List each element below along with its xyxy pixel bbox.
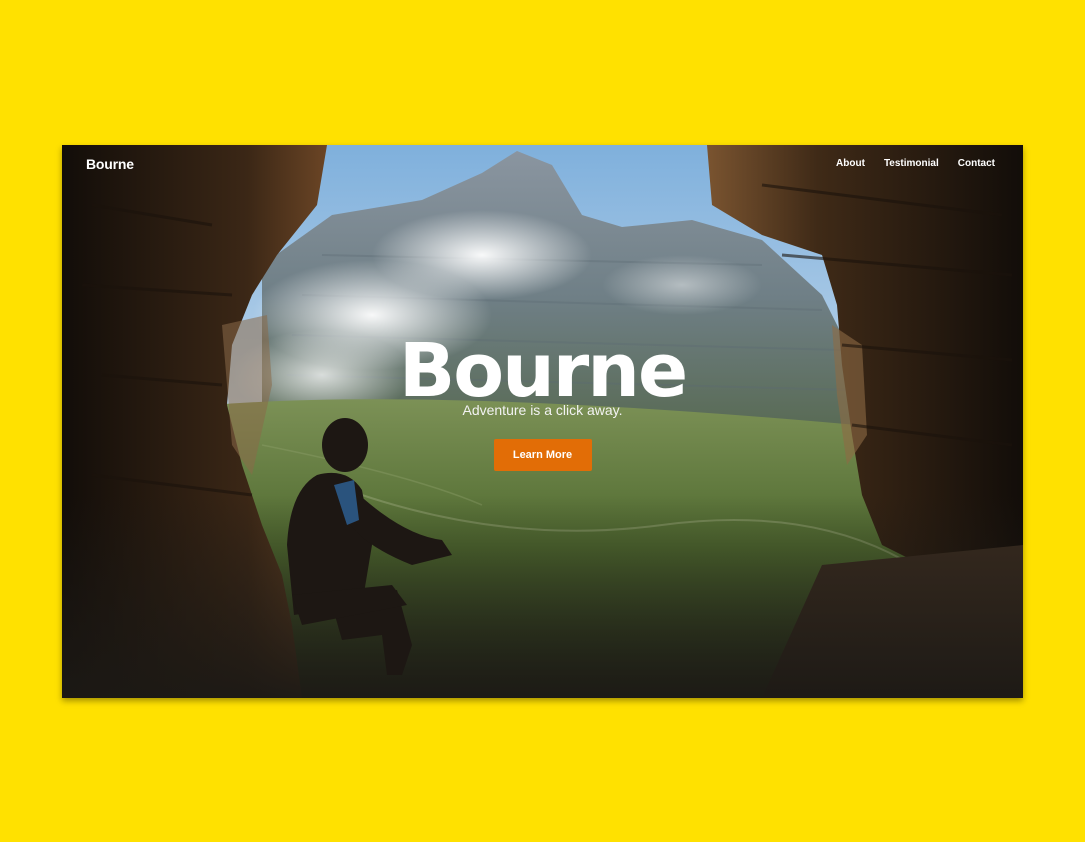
hero-title: Bourne xyxy=(398,328,688,414)
learn-more-button[interactable]: Learn More xyxy=(493,439,592,471)
hero-subtitle: Adventure is a click away. xyxy=(462,402,623,418)
nav-link-contact[interactable]: Contact xyxy=(958,158,995,169)
brand-logo-link[interactable]: Bourne xyxy=(86,156,134,172)
nav-link-testimonial[interactable]: Testimonial xyxy=(884,158,939,169)
nav-links: About Testimonial Contact xyxy=(836,158,995,169)
nav-link-about[interactable]: About xyxy=(836,158,865,169)
top-navigation-bar: Bourne About Testimonial Contact xyxy=(62,145,1023,183)
page-background: Bourne About Testimonial Contact Bourne … xyxy=(0,0,1085,842)
website-preview-frame: Bourne About Testimonial Contact Bourne … xyxy=(62,145,1023,698)
hero-section: Bourne Adventure is a click away. Learn … xyxy=(62,331,1023,471)
